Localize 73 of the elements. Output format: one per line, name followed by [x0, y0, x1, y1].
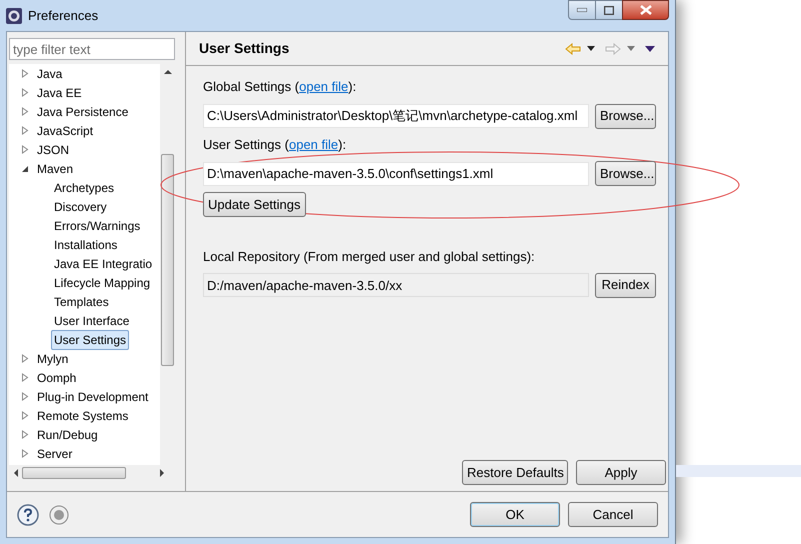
page-title: User Settings: [199, 39, 290, 58]
user-settings-field[interactable]: D:\maven\apache-maven-3.5.0\conf\settings1.xml: [203, 162, 589, 186]
help-icon[interactable]: [17, 504, 39, 526]
collapsed-arrow-icon[interactable]: [21, 107, 29, 116]
field-label: ):: [348, 78, 356, 96]
scrollbar-thumb[interactable]: [161, 154, 174, 366]
collapsed-arrow-icon[interactable]: [21, 449, 29, 458]
field-label: ):: [338, 136, 346, 154]
tree-item[interactable]: Mylyn: [35, 350, 70, 368]
tree-item[interactable]: Run/Debug: [35, 426, 100, 444]
tree-item[interactable]: Errors/Warnings: [51, 216, 144, 236]
collapsed-arrow-icon[interactable]: [21, 430, 29, 439]
tree-item[interactable]: Discovery: [51, 196, 110, 216]
tree-item[interactable]: Server: [35, 444, 74, 462]
open-file-link[interactable]: open file: [288, 134, 338, 154]
scrollbar-thumb[interactable]: [22, 466, 126, 478]
tree-item[interactable]: JavaScript: [35, 122, 96, 140]
filter-field[interactable]: type filter text: [9, 38, 175, 60]
tree-item[interactable]: Oomph: [35, 368, 78, 386]
forward-arrow-icon[interactable]: [605, 42, 621, 54]
update-settings-button[interactable]: Update Settings: [203, 192, 306, 217]
tree-item[interactable]: Maven: [35, 160, 76, 178]
collapsed-arrow-icon[interactable]: [21, 126, 29, 135]
horizontal-scrollbar[interactable]: [9, 465, 175, 480]
window-title: Preferences: [28, 6, 98, 25]
tree-item[interactable]: Java EE: [35, 84, 84, 102]
tree-item[interactable]: Java EE Integratio: [51, 254, 156, 274]
tree-item[interactable]: Java: [35, 64, 64, 82]
scroll-left-icon[interactable]: [13, 468, 18, 476]
tree-item[interactable]: Lifecycle Mapping: [51, 272, 154, 292]
scroll-up-icon[interactable]: [164, 69, 172, 74]
tree-item[interactable]: Remote Systems: [35, 406, 130, 424]
local-repository-field[interactable]: D:/maven/apache-maven-3.5.0/xx: [203, 273, 589, 297]
tree-item[interactable]: Installations: [51, 234, 120, 254]
collapsed-arrow-icon[interactable]: [21, 373, 29, 382]
back-arrow-icon[interactable]: [565, 42, 581, 54]
close-button[interactable]: [622, 0, 669, 20]
restore-defaults-button[interactable]: Restore Defaults: [462, 460, 568, 485]
cancel-button[interactable]: Cancel: [568, 502, 658, 527]
collapsed-arrow-icon[interactable]: [21, 354, 29, 363]
tree-item[interactable]: User Interface: [51, 310, 132, 330]
tree-item[interactable]: Plug-in Development: [35, 388, 150, 406]
app-icon: [6, 8, 22, 24]
reindex-button[interactable]: Reindex: [595, 272, 656, 298]
apply-button[interactable]: Apply: [576, 460, 666, 485]
minimize-button[interactable]: [568, 0, 596, 20]
collapsed-arrow-icon[interactable]: [21, 145, 29, 154]
maximize-icon: [604, 6, 614, 14]
record-icon[interactable]: [49, 504, 69, 524]
collapsed-arrow-icon[interactable]: [21, 69, 29, 78]
dropdown-icon[interactable]: [587, 46, 595, 51]
close-icon: [640, 5, 652, 15]
browse-button[interactable]: Browse...: [595, 104, 656, 128]
scroll-right-icon[interactable]: [160, 468, 165, 476]
tree-item[interactable]: User Settings: [51, 330, 130, 350]
field-label: Global Settings (: [203, 78, 300, 96]
global-settings-field[interactable]: C:\Users\Administrator\Desktop\笔记\mvn\archetype-catalog.xml: [203, 104, 589, 128]
open-file-link[interactable]: open file: [299, 77, 348, 96]
tree-item[interactable]: Java Persistence: [35, 102, 130, 120]
field-label: User Settings (: [203, 136, 289, 154]
expanded-arrow-icon[interactable]: [21, 164, 29, 172]
tree-item[interactable]: Archetypes: [51, 178, 118, 198]
tree-item[interactable]: Templates: [51, 292, 112, 312]
maximize-button[interactable]: [596, 0, 622, 20]
collapsed-arrow-icon[interactable]: [21, 392, 29, 401]
minimize-icon: [577, 8, 587, 12]
browse-button[interactable]: Browse...: [595, 161, 656, 186]
collapsed-arrow-icon[interactable]: [21, 411, 29, 420]
field-label: Local Repository (From merged user and global settings):: [203, 248, 536, 266]
collapsed-arrow-icon[interactable]: [21, 88, 29, 97]
view-menu-icon[interactable]: [645, 46, 655, 52]
tree-item[interactable]: JSON: [35, 140, 72, 158]
ok-button[interactable]: OK: [470, 502, 560, 527]
